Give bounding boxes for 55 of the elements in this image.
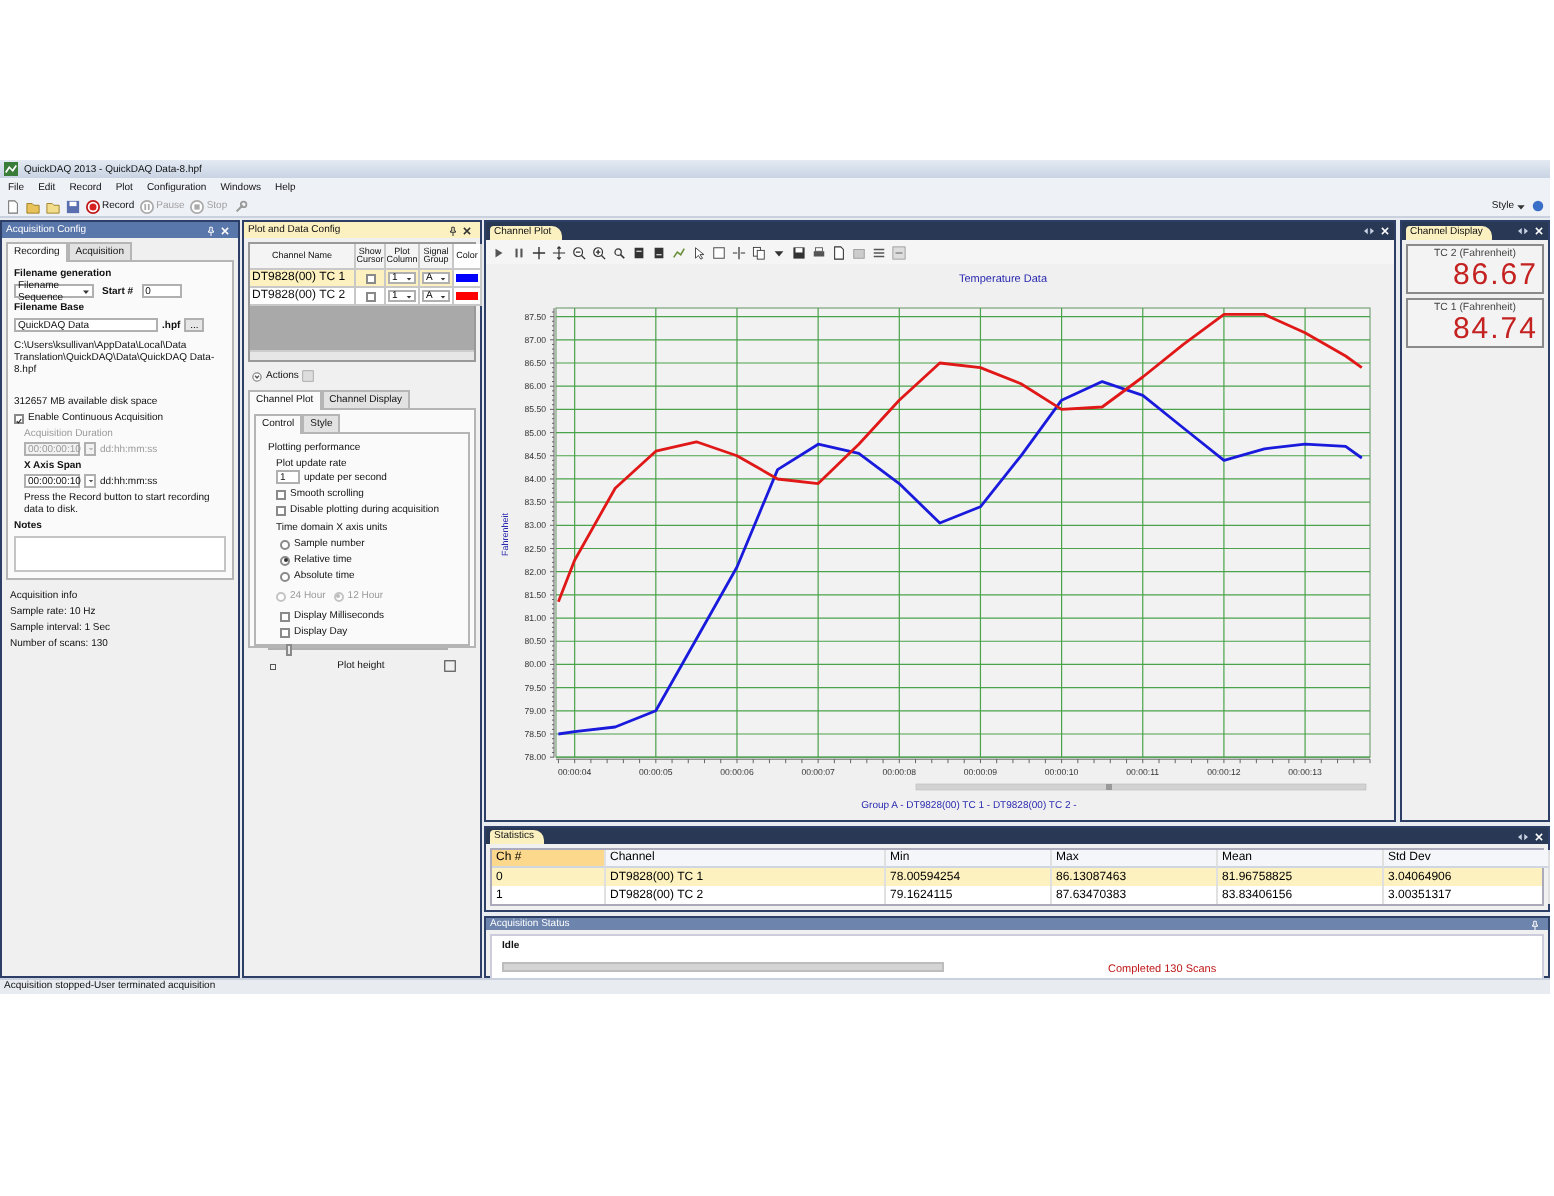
square-icon[interactable] bbox=[712, 245, 726, 259]
caret-icon[interactable] bbox=[772, 245, 786, 259]
help-icon[interactable] bbox=[1532, 200, 1544, 212]
pause-icon[interactable] bbox=[512, 245, 526, 259]
zoom-in-icon[interactable] bbox=[592, 245, 606, 259]
scroll-arrows-icon[interactable] bbox=[1516, 831, 1530, 842]
wrench-icon[interactable] bbox=[233, 199, 248, 213]
notes-field[interactable] bbox=[14, 536, 226, 572]
app-icon bbox=[4, 162, 18, 176]
caret-icon bbox=[88, 478, 94, 484]
collapse-icon[interactable] bbox=[252, 371, 262, 381]
radio-button[interactable] bbox=[280, 539, 290, 549]
readout-value: 84.74 bbox=[1452, 314, 1538, 345]
pointer-icon[interactable] bbox=[692, 245, 706, 259]
copy-icon[interactable] bbox=[752, 245, 766, 259]
line-chart-icon[interactable] bbox=[672, 245, 686, 259]
pause-icon bbox=[140, 199, 155, 213]
play-icon[interactable] bbox=[492, 245, 506, 259]
document-icon[interactable] bbox=[832, 245, 846, 259]
caret-icon bbox=[1516, 201, 1526, 211]
caret-icon bbox=[406, 293, 412, 299]
zoom-out-icon[interactable] bbox=[572, 245, 586, 259]
caret-icon bbox=[406, 275, 412, 281]
checkbox[interactable] bbox=[14, 413, 24, 423]
checkbox[interactable] bbox=[280, 627, 290, 637]
caret-icon bbox=[88, 446, 94, 452]
crosshair-icon[interactable] bbox=[532, 245, 546, 259]
checkbox[interactable] bbox=[280, 611, 290, 621]
record-icon bbox=[86, 199, 100, 213]
slider-thumb[interactable] bbox=[285, 644, 292, 656]
color-swatch[interactable] bbox=[456, 274, 478, 282]
radio-button[interactable] bbox=[280, 555, 290, 565]
readout-value: 86.67 bbox=[1452, 260, 1538, 291]
checkbox[interactable] bbox=[365, 273, 375, 283]
caret-icon bbox=[440, 293, 446, 299]
checkbox[interactable] bbox=[276, 505, 286, 515]
zoom-icon[interactable] bbox=[612, 245, 626, 259]
split-icon[interactable] bbox=[732, 245, 746, 259]
move-icon[interactable] bbox=[552, 245, 566, 259]
checkbox[interactable] bbox=[276, 489, 286, 499]
caret-icon bbox=[440, 275, 446, 281]
print-icon[interactable] bbox=[812, 245, 826, 259]
scroll-arrows-icon[interactable] bbox=[1516, 226, 1530, 236]
caret-icon bbox=[82, 287, 90, 295]
large-square-icon bbox=[443, 660, 456, 672]
radio-button[interactable] bbox=[280, 571, 290, 581]
color-swatch[interactable] bbox=[456, 292, 478, 300]
spin-button[interactable] bbox=[84, 474, 96, 488]
scrollbar[interactable] bbox=[250, 350, 474, 360]
save-icon[interactable] bbox=[792, 245, 806, 259]
close-icon[interactable] bbox=[462, 225, 472, 235]
checkbox[interactable] bbox=[365, 291, 375, 301]
scroll-arrows-icon[interactable] bbox=[1362, 226, 1376, 236]
pin-icon[interactable] bbox=[448, 225, 458, 235]
stop-icon bbox=[190, 199, 205, 213]
